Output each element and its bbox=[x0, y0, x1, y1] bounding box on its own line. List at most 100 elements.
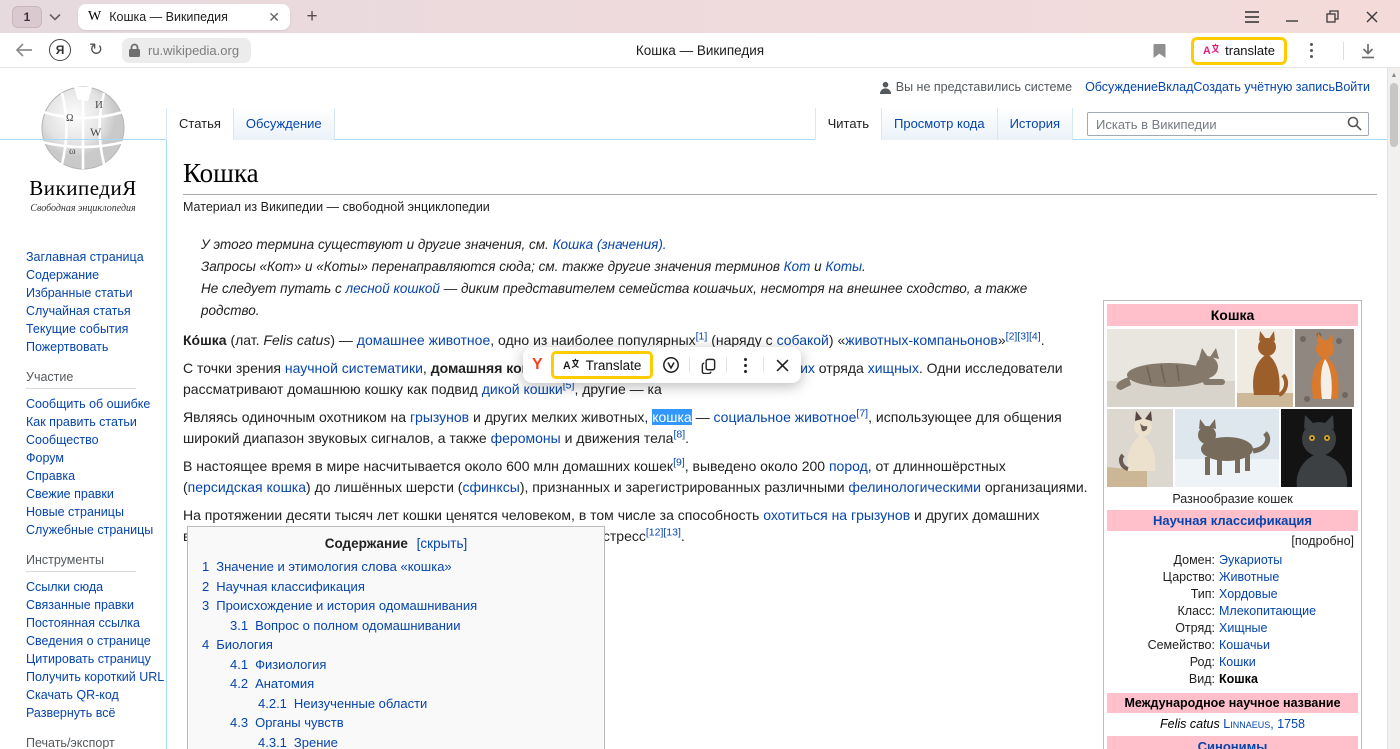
taxonomy-value-link[interactable]: Кошки bbox=[1219, 654, 1256, 671]
reference-link[interactable]: [12][13] bbox=[646, 526, 681, 538]
article-link[interactable]: хищных bbox=[868, 360, 919, 376]
sidebar-link[interactable]: Случайная статья bbox=[26, 302, 166, 320]
popup-translate-button[interactable]: A Translate bbox=[551, 351, 654, 379]
taxonomy-value-link[interactable]: Хищные bbox=[1219, 620, 1267, 637]
new-tab-button[interactable]: + bbox=[298, 4, 326, 30]
wiki-search-input[interactable] bbox=[1087, 112, 1369, 136]
scrollbar-up-arrow[interactable]: ▲ bbox=[1388, 68, 1400, 82]
article-link[interactable]: животных-компаньонов bbox=[845, 332, 998, 348]
sidebar-link[interactable]: Служебные страницы bbox=[26, 521, 166, 539]
popup-more-icon[interactable] bbox=[735, 355, 755, 375]
classification-header[interactable]: Научная классификация bbox=[1107, 510, 1358, 531]
tab-list-chevron-icon[interactable] bbox=[42, 6, 68, 28]
taxonomy-value-link[interactable]: Млекопитающие bbox=[1219, 603, 1316, 620]
page-scrollbar[interactable]: ▲ bbox=[1387, 68, 1400, 749]
personal-link[interactable]: Войти bbox=[1335, 80, 1370, 94]
article-link[interactable]: персидская кошка bbox=[188, 479, 306, 495]
browser-menu-icon[interactable] bbox=[1232, 0, 1272, 33]
bookmark-icon[interactable] bbox=[1145, 37, 1173, 65]
toolbar-translate-button[interactable]: A translate bbox=[1191, 37, 1287, 65]
article-link[interactable]: собакой bbox=[777, 332, 829, 348]
reference-link[interactable]: [1] bbox=[696, 330, 708, 342]
scrollbar-thumb[interactable] bbox=[1390, 83, 1398, 147]
window-restore-icon[interactable] bbox=[1312, 0, 1352, 33]
sidebar-link[interactable]: Получить короткий URL bbox=[26, 668, 166, 686]
sidebar-link[interactable]: Развернуть всё bbox=[26, 704, 166, 722]
species-author-link[interactable]: Linnaeus bbox=[1223, 717, 1270, 731]
toc-hide-toggle[interactable]: [скрыть] bbox=[417, 536, 468, 551]
article-link[interactable]: социальное животное bbox=[714, 409, 857, 425]
article-link[interactable]: дикой кошки bbox=[482, 381, 563, 397]
article-link[interactable]: пород bbox=[829, 458, 868, 474]
article-link[interactable]: феромоны bbox=[491, 430, 561, 446]
sidebar-link[interactable]: Сообщить об ошибке bbox=[26, 395, 166, 413]
tab-history[interactable]: История bbox=[998, 108, 1073, 140]
classification-details-link[interactable]: [подробно] bbox=[1107, 531, 1358, 551]
sidebar-link[interactable]: Цитировать страницу bbox=[26, 650, 166, 668]
toc-item[interactable]: 1Значение и этимология слова «кошка» bbox=[202, 557, 590, 577]
article-link[interactable]: лесной кошкой bbox=[346, 281, 440, 296]
tab-article[interactable]: Статья bbox=[166, 108, 234, 140]
personal-link[interactable]: Обсуждение bbox=[1085, 80, 1158, 94]
back-icon[interactable] bbox=[10, 36, 38, 64]
sidebar-link[interactable]: Сведения о странице bbox=[26, 632, 166, 650]
article-link[interactable]: научной систематики bbox=[285, 360, 423, 376]
sidebar-link[interactable]: Ссылки сюда bbox=[26, 578, 166, 596]
article-link[interactable]: домашнее животное bbox=[357, 332, 490, 348]
toc-item[interactable]: 4.2.1Неизученные области bbox=[258, 694, 590, 714]
article-link[interactable]: грызунов bbox=[410, 409, 469, 425]
synonyms-header[interactable]: Синонимы bbox=[1107, 736, 1358, 749]
sidebar-link[interactable]: Пожертвовать bbox=[26, 338, 166, 356]
window-close-icon[interactable] bbox=[1352, 0, 1392, 33]
taxonomy-value-link[interactable]: Животные bbox=[1219, 569, 1279, 586]
sidebar-link[interactable]: Заглавная страница bbox=[26, 248, 166, 266]
toc-item[interactable]: 4.3.1Зрение bbox=[258, 733, 590, 749]
toc-item[interactable]: 4.2Анатомия bbox=[230, 674, 590, 694]
tab-view-source[interactable]: Просмотр кода bbox=[882, 108, 998, 140]
reference-link[interactable]: [8] bbox=[673, 428, 685, 440]
reference-link[interactable]: [9] bbox=[673, 456, 685, 468]
sidebar-link[interactable]: Справка bbox=[26, 467, 166, 485]
taxonomy-value-link[interactable]: Эукариоты bbox=[1219, 552, 1282, 569]
download-icon[interactable] bbox=[1354, 37, 1382, 65]
sidebar-link[interactable]: Скачать QR-код bbox=[26, 686, 166, 704]
tab-read[interactable]: Читать bbox=[815, 108, 882, 140]
toc-item[interactable]: 3.1Вопрос о полном одомашнивании bbox=[230, 616, 590, 636]
taxonomy-value-link[interactable]: Кошачьи bbox=[1219, 637, 1270, 654]
tab-group-button[interactable]: 1 bbox=[12, 6, 42, 28]
copy-icon[interactable] bbox=[698, 355, 718, 375]
taxonomy-value-link[interactable]: Хордовые bbox=[1219, 586, 1278, 603]
alice-assistant-icon[interactable] bbox=[661, 355, 681, 375]
sidebar-link[interactable]: Свежие правки bbox=[26, 485, 166, 503]
wikipedia-logo[interactable]: И Ω W ω ВикипедиЯ Свободная энциклопедия bbox=[0, 84, 166, 214]
address-bar[interactable]: ru.wikipedia.org bbox=[122, 38, 251, 63]
species-year[interactable]: , 1758 bbox=[1270, 717, 1305, 731]
popup-close-icon[interactable] bbox=[772, 355, 792, 375]
article-link[interactable]: Кот bbox=[784, 259, 811, 274]
sidebar-link[interactable]: Избранные статьи bbox=[26, 284, 166, 302]
yandex-browser-icon[interactable]: Я bbox=[46, 36, 74, 64]
sidebar-link[interactable]: Текущие события bbox=[26, 320, 166, 338]
toc-item[interactable]: 2Научная классификация bbox=[202, 577, 590, 597]
toc-item[interactable]: 4.3Органы чувств bbox=[230, 713, 590, 733]
article-link[interactable]: Кошка (значения). bbox=[553, 237, 667, 252]
tab-talk[interactable]: Обсуждение bbox=[234, 108, 335, 140]
window-minimize-icon[interactable] bbox=[1272, 0, 1312, 33]
article-link[interactable]: сфинксы bbox=[462, 479, 519, 495]
article-link[interactable]: фелинологическими bbox=[848, 479, 981, 495]
tab-close-icon[interactable]: ✕ bbox=[268, 10, 280, 24]
sidebar-link[interactable]: Содержание bbox=[26, 266, 166, 284]
browser-tab-active[interactable]: W Кошка — Википедия ✕ bbox=[78, 4, 290, 30]
toc-item[interactable]: 4.1Физиология bbox=[230, 655, 590, 675]
sidebar-link[interactable]: Как править статьи bbox=[26, 413, 166, 431]
sidebar-link[interactable]: Форум bbox=[26, 449, 166, 467]
search-icon[interactable] bbox=[1347, 116, 1362, 134]
article-link[interactable]: Коты bbox=[825, 259, 862, 274]
article-link[interactable]: охотиться на грызунов bbox=[763, 507, 910, 523]
personal-link[interactable]: Создать учётную запись bbox=[1193, 80, 1335, 94]
sidebar-link[interactable]: Новые страницы bbox=[26, 503, 166, 521]
personal-link[interactable]: Вклад bbox=[1158, 80, 1194, 94]
sidebar-link[interactable]: Сообщество bbox=[26, 431, 166, 449]
toc-item[interactable]: 3Происхождение и история одомашнивания bbox=[202, 596, 590, 616]
reload-icon[interactable]: ↻ bbox=[82, 36, 110, 64]
